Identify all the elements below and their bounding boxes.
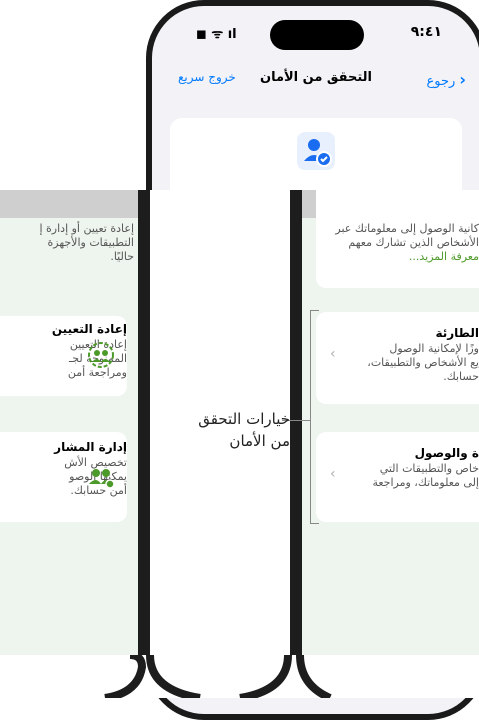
sharing-access-card[interactable]: ة والوصول خاص والتطبيقات التي إلى معلوما… [316,432,479,522]
status-icons: ◼︎ ᯤ ıl [196,27,237,42]
bottom-area [0,651,479,702]
quick-exit-button[interactable]: خروج سريع [178,70,236,84]
access-card-line: إلى معلوماتك، ومراجعة [372,476,479,489]
left-zoom-panel: إعادة تعيين أو إدارة إ التطبيقات والأجهز… [0,190,150,665]
manage-sharing-card[interactable]: إدارة المشار تخصيص الأش يمكنها الوصو أمن… [0,432,127,522]
right-top-card: كانية الوصول إلى معلوماتك عبر الأشخاص ال… [316,190,479,288]
manage-card-title: إدارة المشار [54,440,127,454]
emergency-card-title: الطارئة [435,326,479,340]
emergency-card-line: وزًا لإمكانية الوصول [389,342,479,355]
reset-card[interactable]: إعادة التعيين إعادة التعيين الممنوحة لجـ… [0,316,127,396]
callout-bracket [310,310,319,524]
emergency-card-line: يع الأشخاص والتطبيقات، [367,356,479,369]
right-top-line-2: الأشخاص الذين تشارك معهم [348,236,479,249]
left-phone-edge [138,190,150,665]
people-reset-icon [86,340,116,374]
right-top-line-1: كانية الوصول إلى معلوماتك عبر [335,222,479,235]
left-zoom-header [0,190,138,218]
emergency-reset-card[interactable]: الطارئة وزًا لإمكانية الوصول يع الأشخاص … [316,312,479,404]
nav-bar: رجوع › التحقق من الأمان خروج سريع [152,66,479,96]
access-card-line: خاص والتطبيقات التي [379,462,479,475]
callout-line-2: من الأمان [229,432,290,450]
chevron-left-icon: ‹ [330,466,336,482]
callout-line-1: خيارات التحقق [198,410,290,428]
learn-more-link[interactable]: معرفة المزيد... [409,250,479,264]
status-time: ٩:٤١ [410,24,442,40]
chevron-left-icon: ‹ [330,346,336,362]
left-top-line-2: التطبيقات والأجهزة [47,236,134,249]
access-card-title: ة والوصول [414,446,479,460]
people-sharing-icon [86,462,116,496]
callout-label: خيارات التحقق من الأمان [160,408,290,452]
reset-card-title: إعادة التعيين [51,322,127,336]
emergency-card-line: حسابك. [443,370,479,383]
dynamic-island [270,20,364,50]
person-shield-icon [297,132,335,170]
phone-bottom-corners [0,651,332,702]
left-top-line-3: حاليًا. [110,250,134,263]
right-phone-edge [290,190,302,665]
left-top-line-1: إعادة تعيين أو إدارة إ [39,222,134,235]
